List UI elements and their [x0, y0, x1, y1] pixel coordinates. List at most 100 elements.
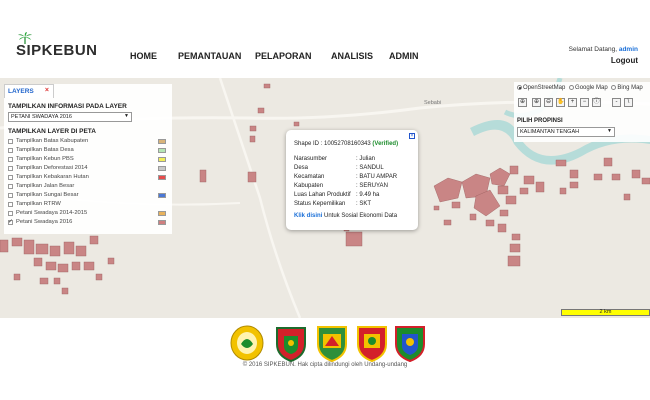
nav-home[interactable]: HOME — [130, 51, 157, 61]
nav-analisis[interactable]: ANALISIS — [331, 51, 373, 61]
province-label: PILIH PROPINSI — [517, 118, 563, 124]
land-plot — [623, 193, 631, 201]
land-plot — [523, 175, 535, 185]
nav-pelaporan[interactable]: PELAPORAN — [255, 51, 312, 61]
info-value: : 9.49 ha — [356, 192, 380, 198]
plot-info-popup: × Shape ID : 10052708160343 (Verified) N… — [286, 130, 418, 230]
dash-icon[interactable]: - — [612, 98, 621, 107]
layer-label: Tampilkan Batas Desa — [16, 147, 74, 153]
header: SIPKEBUN HOME PEMANTAUAN PELAPORAN ANALI… — [0, 0, 650, 78]
layer-label: Petani Swadaya 2016 — [16, 219, 73, 225]
shape-id-text: Shape ID : 10052708160343 — [294, 141, 371, 147]
layer-checkbox[interactable] — [8, 184, 13, 189]
minus-icon[interactable]: − — [580, 98, 589, 107]
layer-option[interactable]: Tampilkan Kebakaran Hutan — [8, 174, 168, 182]
layer-checkbox[interactable] — [8, 175, 13, 180]
plus-icon[interactable]: + — [568, 98, 577, 107]
land-plot — [555, 159, 567, 167]
nav-admin[interactable]: ADMIN — [389, 51, 419, 61]
land-plot — [509, 165, 519, 175]
brand-logo[interactable]: SIPKEBUN — [16, 32, 98, 59]
layer-option[interactable]: Tampilkan Kebun PBS — [8, 156, 168, 164]
land-plot — [57, 263, 69, 273]
land-plot — [497, 223, 507, 233]
pan-hand-icon[interactable]: ✋ — [556, 98, 565, 107]
land-plot — [505, 195, 517, 205]
layer-label: Tampilkan Sungai Besar — [16, 192, 79, 198]
land-plot — [23, 239, 35, 255]
land-plot — [499, 209, 509, 217]
logout-link[interactable]: Logout — [611, 56, 638, 65]
layer-option[interactable]: Tampilkan Deforestasi 2014 — [8, 165, 168, 173]
land-plot — [345, 231, 363, 247]
zoom-box-icon[interactable]: ⊕ — [518, 98, 527, 107]
layer-label: Tampilkan Jalan Besar — [16, 183, 75, 189]
province-select[interactable]: KALIMANTAN TENGAH ▼ — [517, 127, 615, 137]
info-key: Luas Lahan Produktif — [294, 192, 351, 198]
layer-checkbox[interactable] — [8, 157, 13, 162]
layer-label: Petani Swadaya 2014-2015 — [16, 210, 88, 216]
land-plot — [0, 239, 9, 253]
land-plot — [443, 219, 452, 226]
username-link[interactable]: admin — [619, 46, 638, 53]
land-plot — [49, 245, 61, 257]
info-value: : BATU AMPAR — [356, 174, 398, 180]
chevron-down-icon: ▼ — [124, 113, 129, 119]
land-plot — [89, 235, 99, 245]
zoom-out-icon[interactable]: ⊖ — [544, 98, 553, 107]
layer-checkbox[interactable] — [8, 202, 13, 207]
land-plot — [535, 181, 545, 193]
layer-checkbox[interactable] — [8, 218, 13, 225]
land-plot — [497, 185, 509, 195]
close-icon[interactable]: × — [45, 87, 49, 94]
land-plot — [569, 181, 579, 189]
identify-icon[interactable]: ⓘ — [592, 98, 601, 107]
land-plot — [451, 201, 461, 209]
layer-checkbox[interactable] — [8, 211, 13, 216]
layer-option[interactable]: Petani Swadaya 2016 — [8, 218, 168, 227]
measure-icon[interactable]: \ — [624, 98, 633, 107]
land-plot — [75, 245, 87, 257]
palm-leaf-icon — [18, 32, 32, 44]
province-select-value: KALIMANTAN TENGAH — [520, 129, 580, 135]
layer-option[interactable]: Tampilkan Batas Kabupaten — [8, 138, 168, 146]
land-plot — [507, 255, 521, 267]
layer-label: Tampilkan RTRW — [16, 201, 61, 207]
layer-checkbox[interactable] — [8, 148, 13, 153]
layer-checkbox[interactable] — [8, 193, 13, 198]
legend-swatch — [158, 220, 166, 225]
footer: © 2016 SIPKEBUN. Hak cipta dilindungi ol… — [0, 318, 650, 400]
layer-option[interactable]: Petani Swadaya 2014-2015 — [8, 210, 168, 218]
layers-tab[interactable]: LAYERS × — [4, 84, 54, 98]
socio-economic-link[interactable]: Klik disini — [294, 213, 322, 219]
basemap-radio-osm[interactable] — [517, 85, 522, 90]
basemap-radio-bing[interactable] — [611, 85, 617, 90]
land-plot — [39, 277, 49, 285]
layer-checkbox[interactable] — [8, 139, 13, 144]
land-plot — [83, 261, 95, 271]
zoom-in-icon[interactable]: ⊕ — [532, 98, 541, 107]
land-plot — [293, 121, 300, 127]
layer-option[interactable]: Tampilkan RTRW — [8, 201, 168, 209]
basemap-radio-google[interactable] — [569, 85, 575, 90]
layer-label: Tampilkan Kebun PBS — [16, 156, 74, 162]
layer-option[interactable]: Tampilkan Batas Desa — [8, 147, 168, 155]
close-icon[interactable]: × — [409, 133, 415, 139]
nav-pemantauan[interactable]: PEMANTAUAN — [178, 51, 241, 61]
legend-swatch — [158, 193, 166, 198]
layer-option[interactable]: Tampilkan Sungai Besar — [8, 192, 168, 200]
info-layer-select[interactable]: PETANI SWADAYA 2016 ▼ — [8, 112, 132, 122]
land-plot — [45, 261, 57, 271]
chevron-down-icon: ▼ — [607, 128, 612, 134]
brand-name: SIPKEBUN — [16, 42, 98, 59]
regency-emblem-4 — [357, 326, 387, 362]
map-area[interactable]: Sebabi LAYERS × TAMPILKAN INFORMASI PADA… — [0, 78, 650, 318]
land-plot — [485, 219, 495, 227]
land-plot — [559, 187, 567, 195]
layer-checkbox[interactable] — [8, 166, 13, 171]
layer-option[interactable]: Tampilkan Jalan Besar — [8, 183, 168, 191]
info-value: : Julian — [356, 156, 376, 162]
greeting-text: Selamat Datang, — [568, 46, 618, 53]
land-plot — [257, 107, 265, 114]
info-key: Narasumber — [294, 156, 328, 162]
